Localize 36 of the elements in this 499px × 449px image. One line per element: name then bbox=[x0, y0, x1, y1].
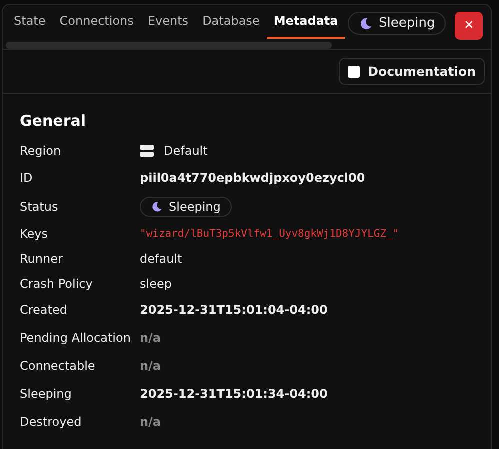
field-label: Keys bbox=[20, 227, 50, 241]
field-value: n/a bbox=[140, 359, 162, 373]
status-badge: Sleeping bbox=[140, 197, 232, 217]
field-label: Crash Policy bbox=[20, 276, 94, 290]
close-button[interactable]: × bbox=[455, 12, 484, 40]
field-label: Status bbox=[20, 200, 60, 214]
scrollbar[interactable] bbox=[6, 42, 332, 49]
field-value: 2025-12-31T15:01:34-04:00 bbox=[140, 387, 328, 401]
field-value: n/a bbox=[140, 331, 162, 345]
field-label: Created bbox=[20, 303, 68, 317]
field-label: Pending Allocation bbox=[20, 331, 132, 345]
field-value: n/a bbox=[140, 415, 162, 429]
tab[interactable]: Metadata bbox=[266, 5, 346, 39]
field-label: Connectable bbox=[20, 359, 96, 373]
field-label: Destroyed bbox=[20, 415, 83, 429]
field-value: sleep bbox=[140, 276, 172, 290]
field-value: Default bbox=[164, 144, 208, 158]
tab[interactable]: State bbox=[3, 5, 53, 39]
field-label: ID bbox=[20, 171, 34, 185]
field-label: Runner bbox=[20, 252, 64, 266]
tab[interactable]: Connections bbox=[52, 5, 141, 39]
server-icon bbox=[140, 145, 154, 157]
documentation-toggle[interactable]: Documentation bbox=[339, 58, 485, 85]
field-value: default bbox=[140, 252, 182, 266]
moon-icon bbox=[151, 201, 163, 213]
tab[interactable]: Events bbox=[140, 5, 196, 39]
field-value: 2025-12-31T15:01:04-04:00 bbox=[140, 303, 328, 317]
field-value: "wizard/lBuT3p5kVlfw1_Uyv8gkWj1D8YJYLGZ_" bbox=[140, 228, 400, 240]
checkbox[interactable] bbox=[348, 66, 360, 78]
tab[interactable]: Database bbox=[196, 5, 267, 39]
status-badge: Sleeping bbox=[348, 12, 446, 35]
moon-icon bbox=[359, 16, 373, 30]
field-label: Sleeping bbox=[20, 387, 73, 401]
section-title: General bbox=[20, 112, 87, 130]
field-value: piil0a4t770epbkwdjpxoy0ezycl00 bbox=[140, 171, 366, 185]
field-label: Region bbox=[20, 144, 62, 158]
